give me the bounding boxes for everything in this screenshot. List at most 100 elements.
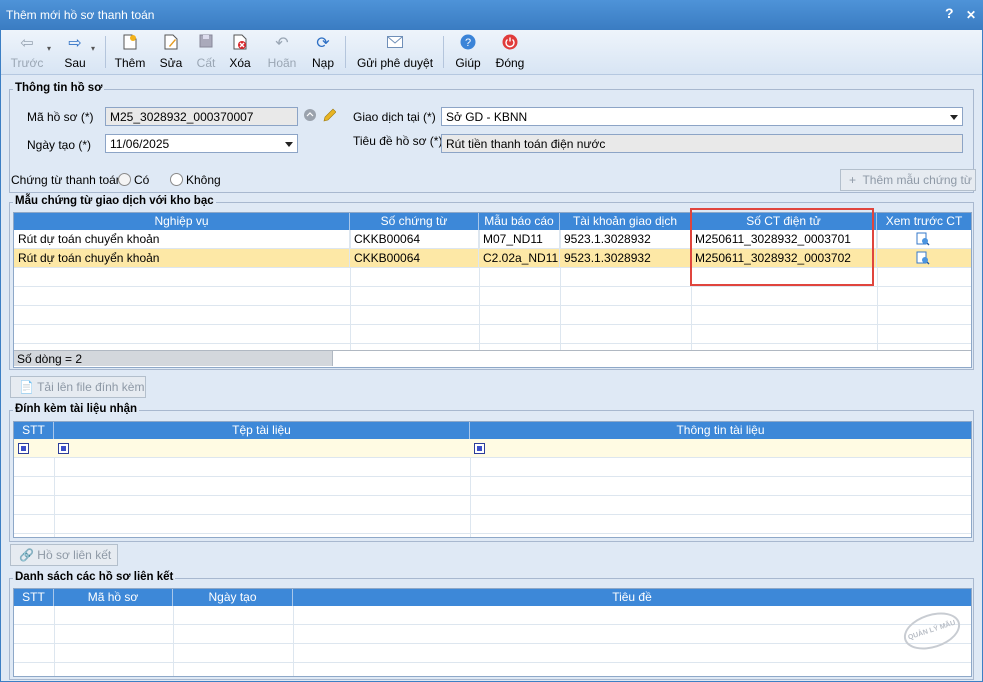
filter-checkbox[interactable] xyxy=(58,443,69,454)
cell-form: C2.02a_ND11 xyxy=(479,249,560,267)
cell-account: 9523.1.3028932 xyxy=(560,230,691,248)
column-header[interactable]: Tệp tài liệu xyxy=(54,422,470,439)
column-header[interactable]: STT xyxy=(14,422,54,439)
plus-icon: + xyxy=(849,173,857,187)
edit-icon xyxy=(153,34,189,54)
edit-button[interactable]: Sửa xyxy=(153,32,189,72)
next-dropdown-icon[interactable]: ▾ xyxy=(91,44,95,53)
column-header[interactable]: Mẫu báo cáo xyxy=(479,213,560,230)
voucher-yes-label: Có xyxy=(134,173,150,187)
code-label: Mã hồ sơ (*) xyxy=(27,110,94,124)
column-header[interactable]: STT xyxy=(14,589,54,606)
chain-link-icon: 🔗 xyxy=(19,548,34,562)
filter-checkbox[interactable] xyxy=(474,443,485,454)
next-button[interactable]: ⇨ Sau xyxy=(59,32,91,72)
table-row[interactable] xyxy=(14,306,971,325)
power-icon xyxy=(493,34,527,54)
arrow-right-icon: ⇨ xyxy=(68,35,82,52)
row-count: Số dòng = 2 xyxy=(14,350,332,366)
filter-checkbox[interactable] xyxy=(18,443,29,454)
svg-text:?: ? xyxy=(465,37,471,49)
chevron-down-icon xyxy=(950,115,958,120)
linked-grid-header: STT Mã hồ sơ Ngày tạo Tiêu đề xyxy=(14,589,971,606)
add-template-button[interactable]: + Thêm mẫu chứng từ xyxy=(840,169,976,191)
templates-group-title: Mẫu chứng từ giao dịch với kho bạc xyxy=(13,195,216,207)
send-approval-button[interactable]: Gửi phê duyệt xyxy=(353,32,437,72)
table-row[interactable] xyxy=(14,477,971,496)
preview-icon[interactable] xyxy=(916,251,930,265)
back-button[interactable]: ⇦ Trước xyxy=(9,32,45,72)
cell-form: M07_ND11 xyxy=(479,230,560,248)
table-row[interactable] xyxy=(14,287,971,306)
cell-voucher-no: CKKB00064 xyxy=(350,249,479,267)
code-field[interactable]: M25_3028932_000370007 xyxy=(105,107,298,126)
column-header[interactable]: Số chứng từ xyxy=(350,213,479,230)
column-header[interactable]: Thông tin tài liệu xyxy=(470,422,971,439)
toolbar-separator xyxy=(345,36,346,68)
place-select[interactable]: Sở GD - KBNN xyxy=(441,107,963,126)
table-row[interactable] xyxy=(14,515,971,534)
add-button[interactable]: Thêm xyxy=(111,32,149,72)
column-header[interactable]: Nghiệp vụ xyxy=(14,213,350,230)
subject-field[interactable]: Rút tiền thanh toán điện nước xyxy=(441,134,963,153)
place-label: Giao dịch tại (*) xyxy=(353,110,436,124)
undo-icon: ↶ xyxy=(275,35,289,52)
add-template-label: Thêm mẫu chứng từ xyxy=(862,173,972,187)
voucher-label: Chứng từ thanh toán: xyxy=(11,173,126,187)
voucher-no-label: Không xyxy=(186,173,221,187)
table-row[interactable] xyxy=(14,458,971,477)
attachments-group-title: Đính kèm tài liệu nhận xyxy=(13,403,140,415)
date-label: Ngày tạo (*) xyxy=(27,138,92,152)
save-button[interactable]: Cất xyxy=(191,32,221,72)
subject-label: Tiêu đề hồ sơ (*) xyxy=(353,134,443,148)
close-window-button[interactable]: ✕ xyxy=(966,8,976,22)
date-field[interactable]: 11/06/2025 xyxy=(105,134,298,153)
delete-button[interactable]: Xóa xyxy=(225,32,255,72)
title-bar: Thêm mới hồ sơ thanh toán ? ✕ xyxy=(0,0,983,30)
column-header[interactable]: Xem trước CT xyxy=(877,213,971,230)
voucher-no-radio[interactable] xyxy=(170,173,183,186)
cell-account: 9523.1.3028932 xyxy=(560,249,691,267)
toolbar: ⇦ Trước ▾ ⇨ Sau ▾ Thêm Sửa Cất Xóa ↶ Hoã… xyxy=(1,30,982,75)
voucher-yes-radio[interactable] xyxy=(118,173,131,186)
cell-operation: Rút dự toán chuyển khoản xyxy=(14,230,350,248)
chevron-down-icon xyxy=(285,142,293,147)
column-header[interactable]: Tài khoản giao dịch xyxy=(560,213,691,230)
undo-button[interactable]: ↶ Hoãn xyxy=(263,32,301,72)
highlight-box xyxy=(690,208,874,286)
upload-attachment-label: Tải lên file đính kèm xyxy=(37,380,145,394)
date-value: 11/06/2025 xyxy=(110,137,170,151)
reload-button[interactable]: ⟳ Nạp xyxy=(307,32,339,72)
column-header[interactable]: Tiêu đề xyxy=(293,589,971,606)
table-row[interactable] xyxy=(14,496,971,515)
pencil-icon[interactable] xyxy=(322,107,337,126)
linked-record-button[interactable]: 🔗 Hồ sơ liên kết xyxy=(10,544,118,566)
filter-row[interactable] xyxy=(14,439,971,458)
cell-voucher-no: CKKB00064 xyxy=(350,230,479,248)
toolbar-separator xyxy=(443,36,444,68)
arrow-left-icon: ⇦ xyxy=(20,35,34,52)
cell-operation: Rút dự toán chuyển khoản xyxy=(14,249,350,267)
floppy-disk-icon xyxy=(191,34,221,54)
link-icon[interactable] xyxy=(303,108,317,125)
place-value: Sở GD - KBNN xyxy=(446,110,528,124)
window-title: Thêm mới hồ sơ thanh toán xyxy=(6,8,155,22)
table-row[interactable] xyxy=(14,606,971,625)
table-row[interactable] xyxy=(14,644,971,663)
column-header[interactable]: Mã hồ sơ xyxy=(54,589,173,606)
close-button[interactable]: Đóng xyxy=(493,32,527,72)
delete-document-icon xyxy=(225,34,255,54)
back-dropdown-icon[interactable]: ▾ xyxy=(47,44,51,53)
main-window: ⇦ Trước ▾ ⇨ Sau ▾ Thêm Sửa Cất Xóa ↶ Hoã… xyxy=(1,30,982,681)
info-group-title: Thông tin hồ sơ xyxy=(13,82,105,94)
attachments-grid: STT Tệp tài liệu Thông tin tài liệu xyxy=(13,421,972,538)
table-row[interactable] xyxy=(14,625,971,644)
table-row[interactable] xyxy=(14,325,971,344)
help-icon: ? xyxy=(451,34,485,54)
grid-footer-filler xyxy=(332,350,971,366)
help-button[interactable]: ? xyxy=(945,5,954,21)
preview-icon[interactable] xyxy=(916,232,930,246)
column-header[interactable]: Ngày tạo xyxy=(173,589,293,606)
upload-attachment-button[interactable]: 📄 Tải lên file đính kèm xyxy=(10,376,146,398)
help-toolbar-button[interactable]: ? Giúp xyxy=(451,32,485,72)
